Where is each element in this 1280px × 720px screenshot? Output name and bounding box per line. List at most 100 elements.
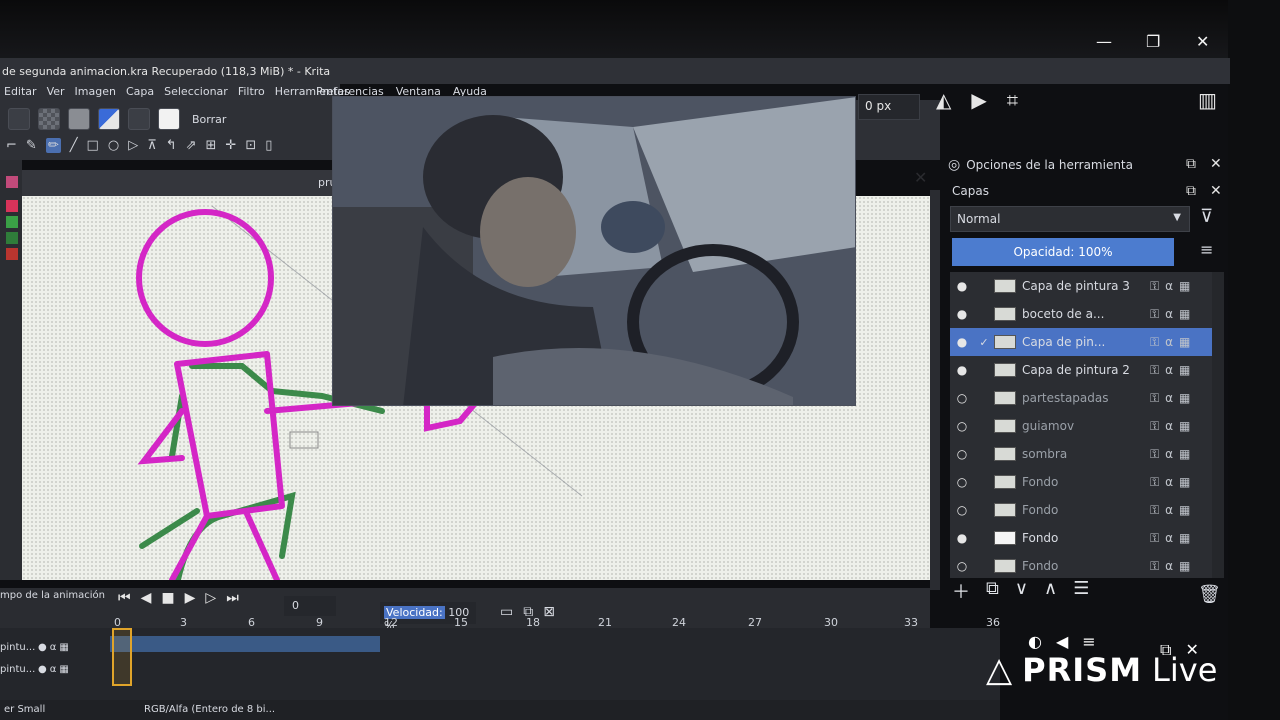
visibility-eye-icon[interactable]: ● — [950, 531, 974, 545]
play-icon[interactable]: ▶ — [185, 590, 196, 606]
swap-colors-icon[interactable] — [98, 108, 120, 130]
opacity-slider[interactable]: Opacidad: 100% — [952, 238, 1174, 266]
menu-capa[interactable]: Capa — [126, 85, 154, 98]
add-layer-icon[interactable]: ＋ — [952, 578, 970, 604]
next-frame-icon[interactable]: ▷ — [205, 590, 216, 606]
tool-rectangle-icon[interactable]: □ — [87, 138, 99, 153]
palette-swatch[interactable] — [6, 232, 18, 244]
tool-ellipse-icon[interactable]: ○ — [108, 138, 119, 153]
tool-crop-icon[interactable]: ⊞ — [206, 138, 217, 153]
maximize-button[interactable]: ❐ — [1146, 32, 1160, 51]
timeline-track[interactable]: pintu... ●α▦ — [0, 642, 950, 662]
layer-props-icons[interactable]: ⚿α▦ — [1150, 419, 1212, 434]
fill-color-icon[interactable] — [68, 108, 90, 130]
tool-polygon-icon[interactable]: ▷ — [128, 138, 138, 153]
palette-swatch[interactable] — [6, 248, 18, 260]
checkmark-icon[interactable]: ✓ — [974, 336, 994, 349]
palette-swatch[interactable] — [6, 200, 18, 212]
visibility-eye-icon[interactable]: ● — [950, 335, 974, 349]
menu-seleccionar[interactable]: Seleccionar — [164, 85, 228, 98]
tool-pencil-icon[interactable]: ✎ — [26, 138, 37, 153]
close-docker-icon[interactable]: ✕ — [1210, 156, 1222, 172]
delete-layer-icon[interactable]: 🗑 — [1198, 584, 1221, 605]
layers-scrollbar[interactable] — [1212, 272, 1224, 578]
layer-row[interactable]: ○ Fondo ⚿α▦ — [950, 468, 1212, 496]
layer-row[interactable]: ○ partestapadas ⚿α▦ — [950, 384, 1212, 412]
menu-editar[interactable]: Editar — [4, 85, 37, 98]
track-controls-icons[interactable]: ●α▦ — [38, 642, 72, 653]
layer-menu-icon[interactable]: ≡ — [1200, 240, 1213, 259]
tool-text-icon[interactable]: ▯ — [265, 138, 272, 153]
hidden-eye-icon[interactable]: ○ — [950, 559, 974, 573]
pattern-icon[interactable] — [38, 108, 60, 130]
tool-bezier-icon[interactable]: ↰ — [166, 138, 177, 153]
tool-polyline-icon[interactable]: ⊼ — [147, 138, 157, 153]
layer-row[interactable]: ○ Fondo ⚿α▦ — [950, 552, 1212, 578]
layer-props-icons[interactable]: ⚿α▦ — [1150, 391, 1212, 406]
move-up-icon[interactable]: ∧ — [1044, 578, 1057, 604]
visibility-eye-icon[interactable]: ● — [950, 363, 974, 377]
close-window-button[interactable]: ✕ — [1196, 32, 1209, 51]
layer-props-icons[interactable]: ⚿α▦ — [1150, 279, 1212, 294]
save-icon[interactable] — [8, 108, 30, 130]
current-frame-cursor[interactable] — [112, 628, 132, 686]
filter-icon[interactable]: ⊽ — [1200, 206, 1213, 227]
erase-toggle[interactable]: Borrar — [192, 113, 226, 126]
layer-props-icons[interactable]: ⚿α▦ — [1150, 447, 1212, 462]
tool-move-icon[interactable]: ✛ — [225, 138, 236, 153]
brush-size-field[interactable]: 0 px — [858, 94, 920, 120]
float-docker-icon[interactable]: ⧉ — [1186, 156, 1196, 172]
tool-brush-icon[interactable]: ✏ — [45, 138, 61, 153]
hidden-eye-icon[interactable]: ○ — [950, 447, 974, 461]
close-layers-icon[interactable]: ✕ — [1210, 183, 1222, 199]
last-frame-icon[interactable]: ⏭ — [226, 590, 239, 606]
hidden-eye-icon[interactable]: ○ — [950, 419, 974, 433]
current-frame-field[interactable]: 0 — [284, 596, 336, 616]
canvas-scrollbar[interactable] — [930, 190, 940, 590]
layer-props-icons[interactable]: ⚿α▦ — [1150, 531, 1212, 546]
hidden-eye-icon[interactable]: ○ — [950, 475, 974, 489]
wrap-around-icon[interactable]: ⌗ — [1007, 88, 1018, 112]
move-down-icon[interactable]: ∨ — [1015, 578, 1028, 604]
layer-row[interactable]: ● Fondo ⚿α▦ — [950, 524, 1212, 552]
layer-row[interactable]: ○ sombra ⚿α▦ — [950, 440, 1212, 468]
layer-props-icons[interactable]: ⚿α▦ — [1150, 335, 1212, 350]
layer-row[interactable]: ○ guiamov ⚿α▦ — [950, 412, 1212, 440]
layer-row[interactable]: ○ Fondo ⚿α▦ — [950, 496, 1212, 524]
layer-props-icons[interactable]: ⚿α▦ — [1150, 503, 1212, 518]
tool-crop-alt-icon[interactable]: ⊡ — [245, 138, 256, 153]
layer-props-icons[interactable]: ⚿α▦ — [1150, 559, 1212, 574]
palette-swatch[interactable] — [6, 176, 18, 188]
tool-line-icon[interactable]: ╱ — [70, 138, 78, 153]
duplicate-layer-icon[interactable]: ⧉ — [986, 578, 999, 604]
minimize-button[interactable]: — — [1096, 32, 1112, 51]
menu-filtro[interactable]: Filtro — [238, 85, 265, 98]
hidden-eye-icon[interactable]: ○ — [950, 503, 974, 517]
mirror-vertical-icon[interactable]: ▶ — [971, 88, 986, 112]
tool-freehand-path-icon[interactable]: ⇗ — [186, 138, 197, 153]
tool-transform-icon[interactable]: ⌐ — [6, 138, 17, 153]
visibility-eye-icon[interactable]: ● — [950, 307, 974, 321]
float-layers-icon[interactable]: ⧉ — [1186, 183, 1196, 199]
palette-swatch[interactable] — [6, 216, 18, 228]
layer-props-icons[interactable]: ⚿α▦ — [1150, 363, 1212, 378]
layer-props-icons[interactable]: ⚿α▦ — [1150, 475, 1212, 490]
stop-icon[interactable]: ■ — [161, 590, 174, 606]
hidden-eye-icon[interactable]: ○ — [950, 391, 974, 405]
layer-properties-icon[interactable]: ☰ — [1073, 578, 1089, 604]
brush-preset-icon[interactable] — [158, 108, 180, 130]
menu-ver[interactable]: Ver — [47, 85, 65, 98]
layer-row[interactable]: ● Capa de pintura 3 ⚿α▦ — [950, 272, 1212, 300]
menu-imagen[interactable]: Imagen — [75, 85, 116, 98]
first-frame-icon[interactable]: ⏮ — [118, 590, 131, 606]
prev-frame-icon[interactable]: ◀ — [141, 590, 152, 606]
layer-props-icons[interactable]: ⚿α▦ — [1150, 307, 1212, 322]
mirror-horizontal-icon[interactable]: ◭ — [936, 88, 951, 112]
visibility-eye-icon[interactable]: ● — [950, 279, 974, 293]
canvas-tab[interactable]: pru — [22, 170, 336, 196]
workspace-layout-icon[interactable]: ▥ — [1198, 88, 1217, 112]
layer-row[interactable]: ● boceto de a... ⚿α▦ — [950, 300, 1212, 328]
timeline-track[interactable]: pintu... ●α▦ — [0, 664, 950, 684]
brush-settings-icon[interactable] — [128, 108, 150, 130]
track-controls-icons[interactable]: ●α▦ — [38, 664, 72, 675]
